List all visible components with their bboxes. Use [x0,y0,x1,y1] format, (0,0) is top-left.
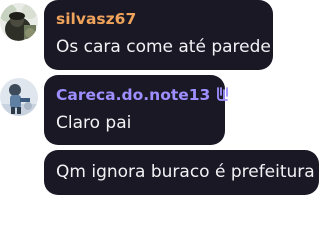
chat-thread: silvasz67 Os cara come até parede Careca… [0,0,320,246]
message-username[interactable]: Careca.do.note13 [56,86,230,104]
message-text: Os cara come até parede [56,37,271,57]
message-username[interactable]: silvasz67 [56,10,136,28]
message-bubble-3[interactable]: Qm ignora buraco é prefeitura [44,150,319,195]
avatar-silvasz67[interactable] [0,3,38,41]
currency-badge-icon [217,87,229,101]
username-text: Careca.do.note13 [56,86,211,104]
message-bubble-2[interactable]: Careca.do.note13 Claro pai [44,75,229,145]
user-avatar-light-photo-icon [0,78,38,116]
message-text: Qm ignora buraco é prefeitura [56,162,315,182]
avatar-careca-do-note13[interactable] [0,78,38,116]
message-text: Claro pai [56,113,132,133]
user-avatar-dark-photo-icon [0,3,38,41]
message-bubble-1[interactable]: silvasz67 Os cara come até parede [44,0,273,70]
